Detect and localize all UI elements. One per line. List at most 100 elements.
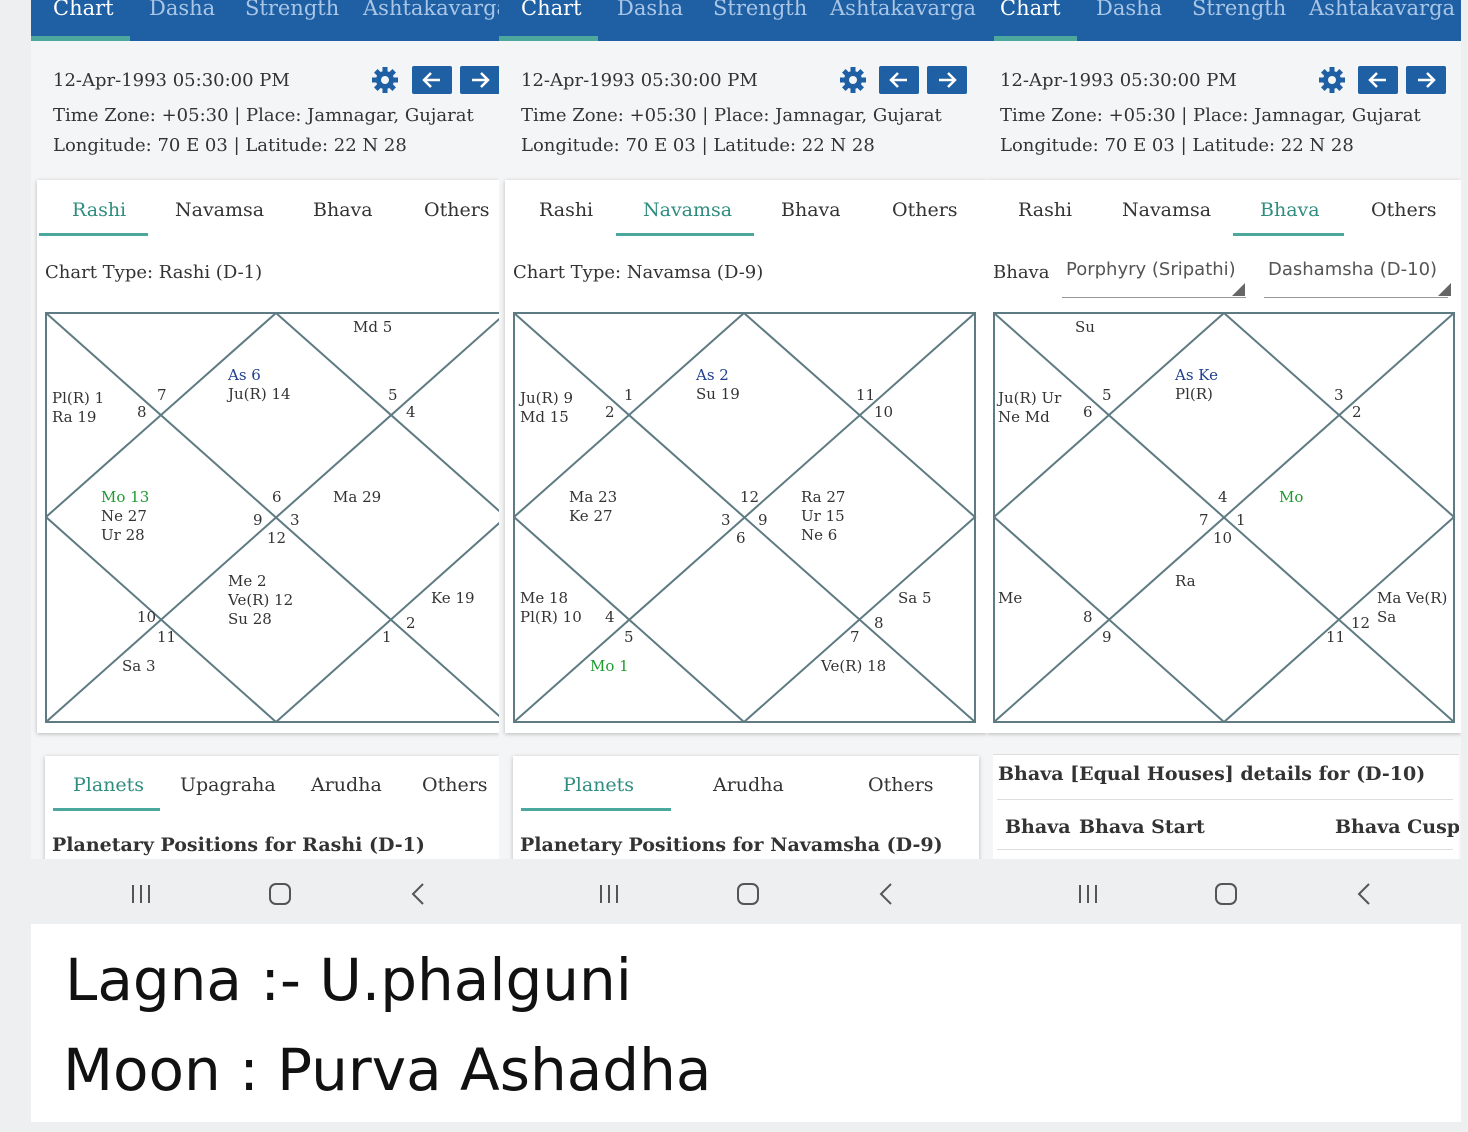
house-number: 5 [1102,386,1112,404]
house-label-left-upper: Ju(R) 9 Md 15 [520,389,573,426]
tab-navamsa[interactable]: Navamsa [1122,199,1211,221]
planetary-positions-title: Planetary Positions for Navamsha (D-9) [520,834,943,856]
house-label-right-lower: Ma Ve(R) Sa [1377,589,1448,626]
tab-upagraha[interactable]: Upagraha [180,774,276,796]
house-number: 4 [1218,488,1228,506]
house-number: 7 [850,628,860,646]
planets-card: Planets Upagraha Arudha Others Planetary… [45,756,499,866]
house-number: 1 [1236,511,1246,529]
bhava-details-card: Bhava [Equal Houses] details for (D-10) … [993,754,1459,867]
tab-planets[interactable]: Planets [563,774,634,796]
house-label-right-center: Ma 29 [333,488,382,506]
house-number: 3 [290,511,300,529]
house-number: 6 [736,529,746,547]
longitude-latitude: Longitude: 70 E 03 | Latitude: 22 N 28 [53,135,407,156]
tab-bhava[interactable]: Bhava [313,199,373,221]
table-header-bhava-cusp: Bhava Cusp [1335,816,1459,838]
north-indian-chart: Md 5 As 6 Ju(R) 14 Pl(R) 1 Ra 19 Mo 13 Ne 2… [45,312,499,723]
house-number: 11 [157,628,177,646]
recents-icon[interactable] [597,882,621,906]
home-icon[interactable] [735,881,761,907]
tab-ashtakavarga[interactable]: Ashtakavarga [1309,0,1455,20]
select-underline [1264,297,1448,298]
house-number: 12 [267,529,287,547]
timezone-place: Time Zone: +05:30 | Place: Jamnagar, Guj… [521,105,942,126]
tab-others[interactable]: Others [868,774,934,796]
north-indian-chart: Su As Ke Pl(R) Ju(R) Ur Ne Md Mo Ra Me Ma … [993,312,1457,723]
back-icon[interactable] [1353,882,1377,906]
house-number: 5 [624,628,634,646]
recents-icon[interactable] [1076,882,1100,906]
next-arrow-button[interactable] [1406,66,1446,94]
planets-card: Planets Arudha Others Planetary Position… [513,756,979,866]
tab-others[interactable]: Others [892,199,958,221]
house-number: 10 [1213,529,1233,547]
tab-navamsa[interactable]: Navamsa [643,199,732,221]
house-number: 3 [721,511,731,529]
tab-dasha[interactable]: Dasha [149,0,215,20]
house-label-top-left: Su [1075,318,1095,336]
prev-arrow-button[interactable] [412,66,452,94]
gear-icon[interactable] [839,66,867,94]
tab-arudha[interactable]: Arudha [713,774,784,796]
tab-others[interactable]: Others [422,774,488,796]
house-label-right-lower: Sa 5 [898,589,932,607]
tab-chart[interactable]: Chart [53,0,114,20]
division-select[interactable]: Dashamsha (D-10) [1268,259,1437,280]
android-nav-bar [987,859,1461,924]
tab-dasha[interactable]: Dasha [617,0,683,20]
house-number: 7 [1199,511,1209,529]
house-system-select[interactable]: Porphyry (Sripathi) [1066,259,1236,280]
house-number: 10 [137,608,157,626]
android-nav-bar [31,859,499,924]
house-number: 4 [605,608,615,626]
tab-rashi[interactable]: Rashi [72,199,126,221]
house-number: 8 [1083,608,1093,626]
tab-planets[interactable]: Planets [73,774,144,796]
panel-rashi: Chart Dasha Strength Ashtakavarga 12-Apr… [31,0,499,924]
gear-icon[interactable] [1318,66,1346,94]
tab-arudha[interactable]: Arudha [311,774,382,796]
house-label-left-lower: Me [998,589,1023,607]
divider [997,849,1453,850]
tab-others[interactable]: Others [424,199,490,221]
back-icon[interactable] [875,882,899,906]
active-tab-indicator [499,36,598,41]
select-underline [1062,297,1246,298]
tab-bhava[interactable]: Bhava [1260,199,1320,221]
bhava-details-title: Bhava [Equal Houses] details for (D-10) [998,763,1426,785]
home-icon[interactable] [1213,881,1239,907]
tab-strength[interactable]: Strength [1192,0,1286,20]
top-nav: Chart Dasha Strength Ashtakavarga [499,0,987,41]
dropdown-triangle-icon [1232,283,1245,296]
prev-arrow-button[interactable] [879,66,919,94]
home-icon[interactable] [267,881,293,907]
house-number: 7 [157,386,167,404]
tab-rashi[interactable]: Rashi [539,199,593,221]
house-label-right-center: Ra 27 Ur 15 Ne 6 [801,488,846,544]
tab-bhava[interactable]: Bhava [781,199,841,221]
tab-strength[interactable]: Strength [713,0,807,20]
gear-icon[interactable] [371,66,399,94]
moon-caption: Moon : Purva Ashadha [63,1036,712,1104]
tab-navamsa[interactable]: Navamsa [175,199,264,221]
prev-arrow-button[interactable] [1358,66,1398,94]
top-nav: Chart Dasha Strength Ashtakavarga [987,0,1461,41]
tab-chart[interactable]: Chart [521,0,582,20]
tab-strength[interactable]: Strength [245,0,339,20]
next-arrow-button[interactable] [460,66,499,94]
tab-rashi[interactable]: Rashi [1018,199,1072,221]
house-label-right-center: Mo [1279,488,1304,506]
house-label-bottom-left: Mo 1 [590,657,629,675]
tab-others[interactable]: Others [1371,199,1437,221]
house-label-bottom-center: Me 2 Ve(R) 12 Su 28 [228,572,294,628]
back-icon[interactable] [407,882,431,906]
tab-dasha[interactable]: Dasha [1096,0,1162,20]
tab-ashtakavarga[interactable]: Ashtakavarga [363,0,499,20]
tab-ashtakavarga[interactable]: Ashtakavarga [830,0,976,20]
next-arrow-button[interactable] [927,66,967,94]
recents-icon[interactable] [129,882,153,906]
active-tab-underline [521,808,671,811]
tab-chart[interactable]: Chart [1000,0,1061,20]
active-tab-indicator [994,36,1077,41]
